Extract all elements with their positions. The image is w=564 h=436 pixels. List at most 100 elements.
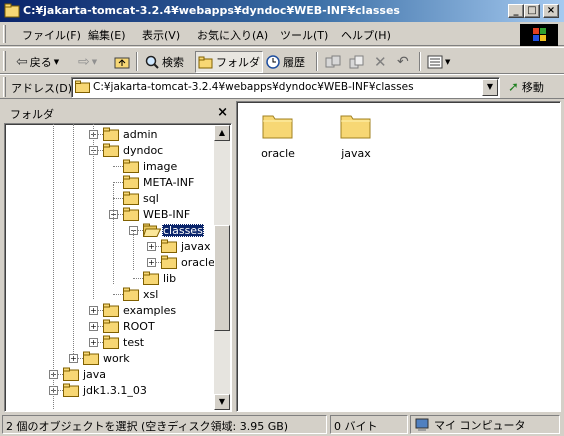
expand-button[interactable]: + [89, 306, 98, 315]
up-folder-icon [114, 57, 130, 69]
folder-item-javax[interactable]: javax [326, 110, 386, 160]
tree-node[interactable]: javax [161, 238, 212, 254]
folder-tree[interactable]: admin + dyndoc − image META-INF sql WEB-INF − cla… [4, 123, 232, 412]
menu-bar: ファイル(F) 編集(E) 表示(V) お気に入り(A) ツール(T) ヘルプ(… [0, 22, 564, 46]
expand-button[interactable]: + [147, 258, 156, 267]
scroll-thumb[interactable] [214, 225, 230, 331]
delete-icon: ✕ [374, 53, 387, 71]
address-label: アドレス(D) [11, 82, 73, 95]
folder-icon [143, 271, 159, 285]
tree-node[interactable]: ROOT [103, 318, 156, 334]
delete-button[interactable]: ✕ [372, 51, 389, 73]
scroll-down-button[interactable]: ▼ [214, 394, 230, 410]
tree-node[interactable]: sql [123, 190, 160, 206]
tree-node-label: jdk1.3.1_03 [83, 383, 147, 397]
expand-button[interactable]: + [89, 322, 98, 331]
history-button[interactable]: 履歴 [263, 51, 307, 73]
windows-logo-icon [520, 24, 558, 46]
folder-item-oracle[interactable]: oracle [248, 110, 308, 160]
address-grip[interactable] [3, 77, 6, 97]
history-icon [266, 55, 280, 69]
title-bar[interactable]: C:¥jakarta-tomcat-3.2.4¥webapps¥dyndoc¥W… [0, 0, 564, 22]
minimize-button[interactable]: _ [508, 4, 524, 18]
toolbar-separator [419, 52, 421, 71]
tree-node[interactable]: xsl [123, 286, 159, 302]
address-dropdown-button[interactable]: ▼ [482, 79, 498, 96]
go-arrow-icon: ➚ [508, 79, 519, 95]
search-button[interactable]: 検索 [142, 51, 186, 73]
menu-help[interactable]: ヘルプ(H) [341, 27, 391, 43]
tree-node[interactable]: oracle [161, 254, 216, 270]
scroll-up-button[interactable]: ▲ [214, 125, 230, 141]
folders-button[interactable]: フォルダ [195, 51, 263, 73]
move-to-button[interactable] [322, 51, 344, 73]
close-button[interactable]: × [543, 4, 559, 18]
expand-button[interactable]: + [89, 338, 98, 347]
back-label: 戻る [29, 56, 52, 69]
copy-to-button[interactable] [346, 51, 368, 73]
menu-view[interactable]: 表示(V) [142, 27, 180, 43]
folders-label: フォルダ [216, 56, 260, 69]
tree-node[interactable]: classes [142, 222, 204, 238]
tree-guide-line [53, 124, 54, 409]
tree-node-label: xsl [143, 287, 159, 301]
up-folder-button[interactable] [112, 51, 132, 73]
address-input[interactable]: C:¥jakarta-tomcat-3.2.4¥webapps¥dyndoc¥W… [71, 77, 500, 98]
menu-file[interactable]: ファイル(F) [22, 27, 81, 43]
menu-edit[interactable]: 編集(E) [88, 27, 126, 43]
folder-pane-close-button[interactable]: × [217, 105, 228, 120]
folder-icon [161, 255, 177, 269]
open-folder-icon [142, 223, 162, 237]
go-label: 移動 [521, 81, 544, 94]
tree-node-label: ROOT [123, 319, 155, 333]
tree-node-label: work [103, 351, 130, 365]
copy-to-icon [349, 55, 364, 69]
maximize-button[interactable]: □ [524, 4, 540, 18]
tree-node[interactable]: jdk1.3.1_03 [63, 382, 148, 398]
menu-favorites[interactable]: お気に入り(A) [197, 27, 268, 43]
tree-node-label: META-INF [143, 175, 195, 189]
tree-connector [113, 294, 123, 295]
folder-icon [340, 115, 371, 139]
tree-node-label: sql [143, 191, 159, 205]
go-button[interactable]: ➚ 移動 [508, 79, 544, 95]
tree-node[interactable]: java [63, 366, 107, 382]
standard-toolbar: ⇦ 戻る ▼ ⇨ ▼ 検索 フォルダ 履歴 ✕ ↶ ▼ [0, 47, 564, 74]
back-button[interactable]: ⇦ 戻る ▼ [14, 51, 61, 73]
folder-icon [63, 367, 79, 381]
folder-icon [103, 335, 119, 349]
forward-button[interactable]: ⇨ ▼ [76, 51, 99, 73]
tree-node-label: test [123, 335, 145, 349]
menu-tools[interactable]: ツール(T) [280, 27, 328, 43]
toolbar-grip[interactable] [3, 51, 6, 71]
undo-button[interactable]: ↶ [395, 51, 411, 73]
tree-node[interactable]: META-INF [123, 174, 195, 190]
tree-node-label: javax [181, 239, 211, 253]
expand-button[interactable]: + [69, 354, 78, 363]
tree-vertical-scrollbar[interactable]: ▲ ▼ [214, 125, 230, 410]
address-bar: アドレス(D) C:¥jakarta-tomcat-3.2.4¥webapps¥… [0, 74, 564, 99]
file-list-pane[interactable]: oracle javax [236, 101, 561, 412]
expand-button[interactable]: + [147, 242, 156, 251]
views-button[interactable]: ▼ [425, 51, 452, 73]
tree-node[interactable]: admin [103, 126, 158, 142]
tree-node-label: classes [162, 223, 204, 237]
undo-icon: ↶ [397, 54, 409, 70]
tree-node[interactable]: WEB-INF [123, 206, 191, 222]
tree-connector [113, 182, 123, 183]
address-value: C:¥jakarta-tomcat-3.2.4¥webapps¥dyndoc¥W… [93, 81, 414, 93]
toolbar-separator [316, 52, 318, 71]
back-arrow-icon: ⇦ [16, 54, 28, 70]
tree-node[interactable]: lib [143, 270, 177, 286]
tree-node[interactable]: examples [103, 302, 177, 318]
folder-pane: フォルダ × admin + dyndoc − image META-INF sql WEB-… [4, 103, 232, 412]
folder-icon [103, 303, 119, 317]
tree-node[interactable]: test [103, 334, 145, 350]
menu-grip[interactable] [3, 25, 6, 43]
tree-node[interactable]: dyndoc [103, 142, 164, 158]
tree-node[interactable]: work [83, 350, 131, 366]
tree-node[interactable]: image [123, 158, 178, 174]
folder-icon [123, 287, 139, 301]
status-zone-label: マイ コンピュータ [434, 418, 526, 432]
tree-node-label: dyndoc [123, 143, 164, 157]
